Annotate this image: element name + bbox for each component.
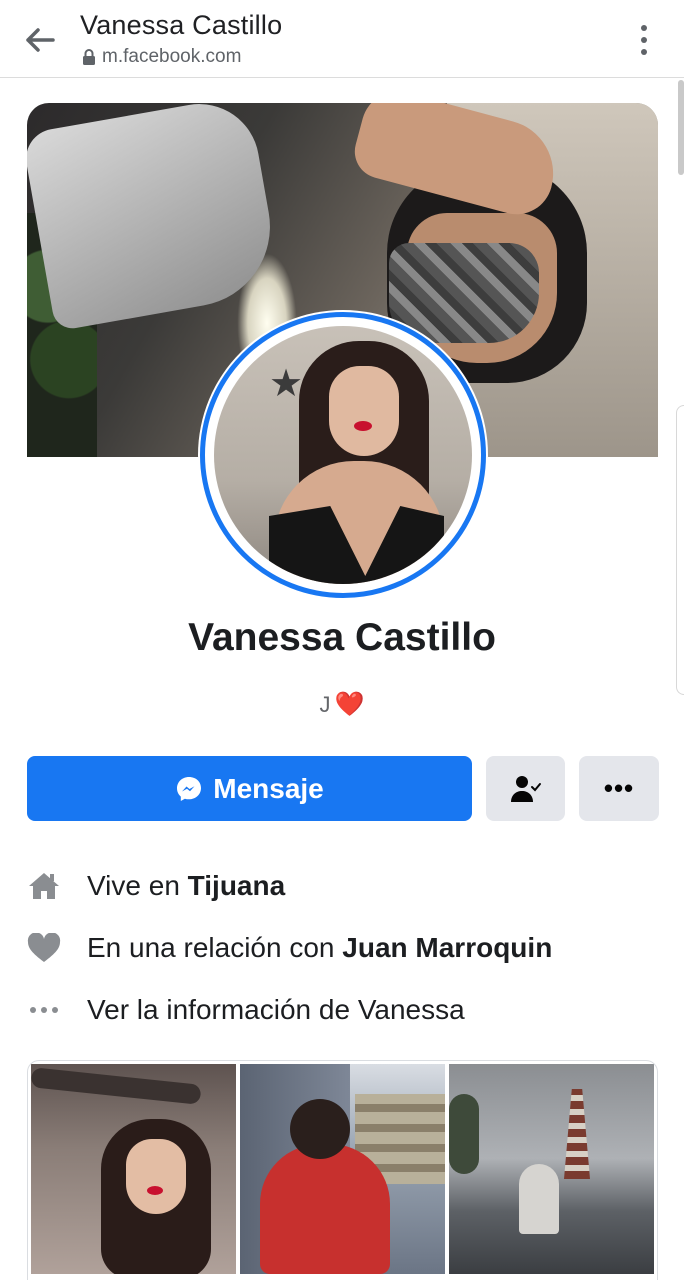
message-button-label: Mensaje: [213, 772, 324, 804]
photo-thumbnail[interactable]: [449, 1064, 654, 1274]
heart-icon: [27, 931, 61, 965]
lock-icon: [83, 49, 95, 65]
back-button[interactable]: [18, 20, 62, 60]
browser-menu-button[interactable]: [634, 22, 654, 58]
profile-picture[interactable]: ★: [198, 310, 488, 600]
scrollbar[interactable]: [678, 80, 684, 175]
info-see-more[interactable]: Ver la información de Vanessa: [27, 988, 667, 1032]
friends-check-icon: [510, 775, 541, 802]
profile-name: Vanessa Castillo: [188, 616, 496, 659]
bio-text: J: [319, 692, 331, 717]
photo-thumbnail[interactable]: [240, 1064, 445, 1274]
page-title: Vanessa Castillo: [80, 10, 283, 40]
more-options-button[interactable]: •••: [579, 756, 659, 821]
lives-city[interactable]: Tijuana: [188, 870, 286, 901]
profile-bio: J ❤️: [0, 690, 684, 719]
relationship-partner[interactable]: Juan Marroquin: [342, 932, 552, 963]
see-info-link: Ver la información de Vanessa: [87, 994, 465, 1025]
info-relationship[interactable]: En una relación con Juan Marroquin: [27, 926, 667, 970]
message-button[interactable]: Mensaje: [27, 756, 472, 821]
browser-toolbar: Vanessa Castillo m.facebook.com: [0, 0, 684, 78]
story-ring: ★: [200, 312, 486, 598]
horizontal-dots-icon: [27, 993, 61, 1027]
back-arrow-icon: [26, 28, 55, 52]
url-text: m.facebook.com: [102, 46, 242, 67]
photo-thumbnail[interactable]: [31, 1064, 236, 1274]
url-bar[interactable]: m.facebook.com: [82, 46, 241, 68]
horizontal-dots-icon: •••: [603, 773, 635, 803]
home-icon: [27, 869, 61, 903]
friends-button[interactable]: [486, 756, 565, 821]
lives-prefix: Vive en: [87, 870, 188, 901]
avatar: ★: [214, 326, 472, 584]
vertical-dots-icon: [641, 25, 647, 31]
photo-grid: [27, 1060, 658, 1280]
info-lives-in[interactable]: Vive en Tijuana: [27, 864, 667, 908]
messenger-icon: [177, 776, 202, 801]
heart-emoji-icon: ❤️: [334, 691, 365, 718]
relationship-prefix: En una relación con: [87, 932, 343, 963]
